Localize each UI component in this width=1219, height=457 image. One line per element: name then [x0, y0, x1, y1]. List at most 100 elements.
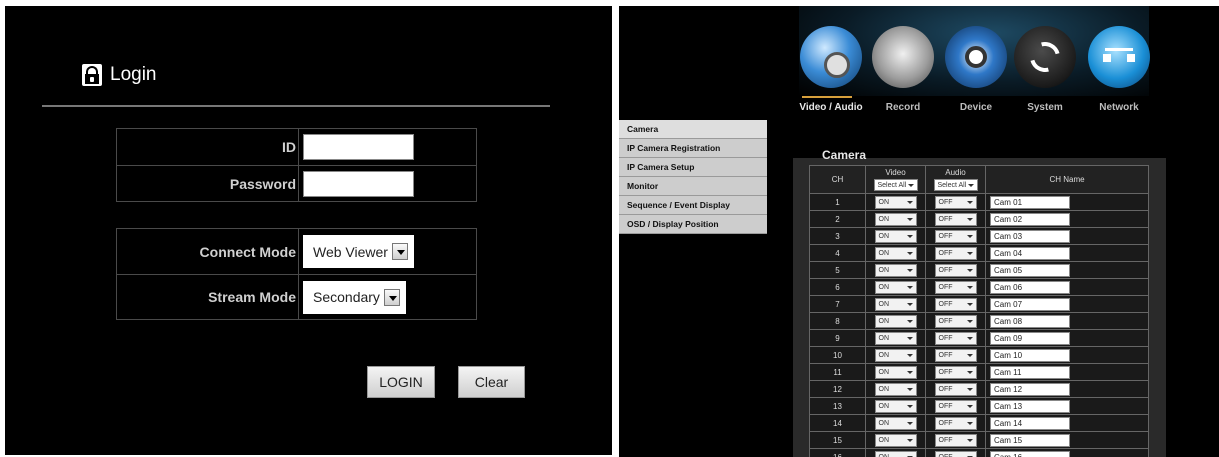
ch-name-input[interactable]: Cam 13	[990, 399, 1070, 413]
sidebar-item-ip-camera-setup[interactable]: IP Camera Setup	[619, 158, 767, 177]
audio-select[interactable]: OFF	[934, 195, 977, 209]
video-select[interactable]: ON	[874, 280, 917, 294]
name-cell: Cam 10	[985, 346, 1149, 364]
ch-name-input[interactable]: Cam 14	[990, 416, 1070, 430]
audio-select[interactable]: OFF	[934, 399, 977, 413]
video-select[interactable]: ON	[874, 416, 917, 430]
chevron-down-icon[interactable]	[391, 243, 408, 260]
table-row: 13 ON OFF Cam 13	[809, 397, 1149, 415]
nav-record[interactable]: Record	[868, 26, 938, 113]
password-row: Password	[117, 165, 476, 201]
audio-select[interactable]: OFF	[934, 416, 977, 430]
video-value: ON	[878, 419, 890, 427]
connect-mode-select[interactable]: Web Viewer	[303, 235, 414, 268]
ch-name-input[interactable]: Cam 08	[990, 314, 1070, 328]
ch-name-input[interactable]: Cam 09	[990, 331, 1070, 345]
video-select[interactable]: ON	[874, 382, 917, 396]
device-icon	[945, 26, 1007, 88]
sidebar-item-sequence-event-display[interactable]: Sequence / Event Display	[619, 196, 767, 215]
audio-select[interactable]: OFF	[934, 212, 977, 226]
video-select[interactable]: ON	[874, 314, 917, 328]
video-select[interactable]: ON	[874, 195, 917, 209]
password-label: Password	[117, 166, 299, 201]
ch-name-input[interactable]: Cam 07	[990, 297, 1070, 311]
table-row: 3 ON OFF Cam 03	[809, 227, 1149, 245]
audio-cell: OFF	[925, 346, 986, 364]
nav-network[interactable]: Network	[1084, 26, 1154, 113]
clear-button[interactable]: Clear	[458, 366, 525, 398]
ch-number: 14	[809, 414, 866, 432]
chevron-down-icon[interactable]	[383, 288, 400, 306]
ch-name-input[interactable]: Cam 16	[990, 450, 1070, 457]
audio-select[interactable]: OFF	[934, 314, 977, 328]
nav-video-audio[interactable]: Video / Audio	[796, 26, 866, 113]
ch-number: 3	[809, 227, 866, 245]
audio-select[interactable]: OFF	[934, 348, 977, 362]
video-select[interactable]: ON	[874, 331, 917, 345]
table-row: 5 ON OFF Cam 05	[809, 261, 1149, 279]
login-panel: Login ID Password Connect Mode Web Viewe…	[5, 6, 612, 455]
video-select[interactable]: ON	[874, 229, 917, 243]
audio-select-all[interactable]: Select All	[933, 179, 978, 191]
audio-select[interactable]: OFF	[934, 297, 977, 311]
stream-mode-row: Stream Mode Secondary	[117, 274, 476, 319]
table-row: 8 ON OFF Cam 08	[809, 312, 1149, 330]
audio-select[interactable]: OFF	[934, 246, 977, 260]
video-select[interactable]: ON	[874, 433, 917, 447]
ch-name-input[interactable]: Cam 04	[990, 246, 1070, 260]
video-select[interactable]: ON	[874, 246, 917, 260]
video-cell: ON	[865, 363, 926, 381]
nav-label: System	[1027, 102, 1063, 113]
audio-select[interactable]: OFF	[934, 280, 977, 294]
login-button[interactable]: LOGIN	[367, 366, 435, 398]
ch-name-input[interactable]: Cam 10	[990, 348, 1070, 362]
video-select[interactable]: ON	[874, 263, 917, 277]
sidebar-item-monitor[interactable]: Monitor	[619, 177, 767, 196]
video-value: ON	[878, 215, 890, 223]
video-select[interactable]: ON	[874, 365, 917, 379]
ch-name-input[interactable]: Cam 11	[990, 365, 1070, 379]
active-tab-indicator	[802, 96, 852, 98]
chevron-down-icon	[906, 268, 913, 272]
audio-select[interactable]: OFF	[934, 263, 977, 277]
password-input[interactable]	[303, 170, 414, 197]
id-input[interactable]	[303, 134, 414, 160]
table-row: 6 ON OFF Cam 06	[809, 278, 1149, 296]
chevron-down-icon	[967, 183, 974, 187]
sidebar-item-osd-display-position[interactable]: OSD / Display Position	[619, 215, 767, 234]
video-select[interactable]: ON	[874, 348, 917, 362]
video-select[interactable]: ON	[874, 450, 917, 457]
audio-select[interactable]: OFF	[934, 331, 977, 345]
chevron-down-icon	[906, 421, 913, 425]
sidebar-item-ip-camera-registration[interactable]: IP Camera Registration	[619, 139, 767, 158]
audio-cell: OFF	[925, 380, 986, 398]
audio-select[interactable]: OFF	[934, 365, 977, 379]
video-value: ON	[878, 436, 890, 444]
video-select-all[interactable]: Select All	[873, 179, 918, 191]
stream-mode-select[interactable]: Secondary	[303, 280, 406, 314]
ch-name-input[interactable]: Cam 06	[990, 280, 1070, 294]
ch-name-input[interactable]: Cam 01	[990, 195, 1070, 209]
audio-select[interactable]: OFF	[934, 433, 977, 447]
camera-rows: 1 ON OFF Cam 01 2 ON OFF Cam 02 3 ON OFF Cam 03 4 ON O…	[809, 193, 1149, 457]
ch-name-input[interactable]: Cam 15	[990, 433, 1070, 447]
ch-name-input[interactable]: Cam 05	[990, 263, 1070, 277]
nav-device[interactable]: Device	[941, 26, 1011, 113]
video-select[interactable]: ON	[874, 212, 917, 226]
ch-name-input[interactable]: Cam 03	[990, 229, 1070, 243]
video-value: ON	[878, 266, 890, 274]
ch-name-input[interactable]: Cam 12	[990, 382, 1070, 396]
video-select[interactable]: ON	[874, 399, 917, 413]
video-value: ON	[878, 368, 890, 376]
name-cell: Cam 08	[985, 312, 1149, 330]
video-value: ON	[878, 402, 890, 410]
network-icon	[1088, 26, 1150, 88]
ch-name-input[interactable]: Cam 02	[990, 212, 1070, 226]
video-select[interactable]: ON	[874, 297, 917, 311]
sidebar-item-camera[interactable]: Camera	[619, 120, 767, 139]
nav-system[interactable]: System	[1010, 26, 1080, 113]
audio-select[interactable]: OFF	[934, 382, 977, 396]
audio-select[interactable]: OFF	[934, 229, 977, 243]
chevron-down-icon	[966, 370, 973, 374]
audio-select[interactable]: OFF	[934, 450, 977, 457]
